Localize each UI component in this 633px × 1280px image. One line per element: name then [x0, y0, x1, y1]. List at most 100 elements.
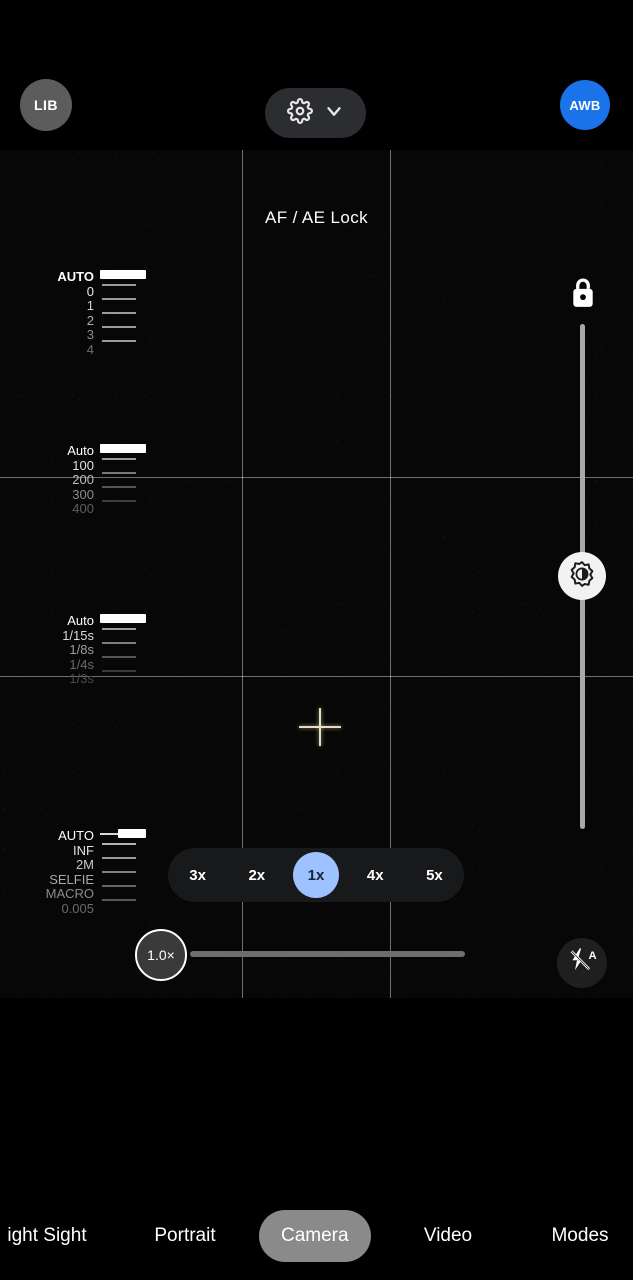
awb-label: AWB: [569, 97, 601, 113]
iso-tick[interactable]: [102, 486, 136, 488]
exposure-option-5[interactable]: 4: [87, 342, 94, 358]
settings-pill[interactable]: [265, 88, 366, 138]
exposure-option-0[interactable]: AUTO: [57, 269, 94, 285]
shutter-option-0[interactable]: Auto: [67, 613, 94, 629]
exposure-option-3[interactable]: 2: [87, 313, 94, 329]
shutter-tick[interactable]: [102, 670, 136, 672]
iso-tick[interactable]: [102, 472, 136, 474]
focus-tick[interactable]: [102, 871, 136, 873]
zoom-slider-value-label: 1.0×: [147, 947, 175, 963]
mode-tab-video[interactable]: Video: [398, 1210, 498, 1262]
library-label: LIB: [33, 97, 59, 113]
focus-tick[interactable]: [102, 899, 136, 901]
zoom-preset-4x-label: 4x: [366, 866, 384, 884]
shutter-option-1[interactable]: 1/15s: [62, 628, 94, 644]
shutter-speed-slider[interactable]: Auto 1/15s 1/8s 1/4s 1/3s: [18, 613, 148, 687]
capture-controls-bar: [0, 1040, 633, 1155]
shutter-labels: Auto 1/15s 1/8s 1/4s 1/3s: [18, 613, 100, 687]
mode-tab-night-sight[interactable]: ight Sight: [0, 1210, 102, 1262]
exposure-tick[interactable]: [102, 326, 136, 328]
shutter-option-2[interactable]: 1/8s: [69, 643, 94, 658]
exposure-ticks[interactable]: [100, 270, 148, 354]
iso-tick-selected[interactable]: [100, 444, 146, 453]
exposure-tick[interactable]: [102, 298, 136, 300]
af-ae-lock-label: AF / AE Lock: [264, 208, 369, 227]
zoom-preset-5x-label: 5x: [426, 866, 443, 884]
white-balance-button[interactable]: AWB: [560, 80, 610, 130]
focus-tick[interactable]: [102, 885, 136, 887]
zoom-slider[interactable]: 1.0×: [135, 929, 475, 981]
exposure-labels: AUTO 0 1 2 3 4: [18, 269, 100, 358]
top-bar: LIB AWB: [0, 0, 633, 138]
mode-tab-modes[interactable]: Modes: [530, 1210, 630, 1262]
iso-slider[interactable]: Auto 100 200 300 400: [18, 443, 148, 517]
zoom-preset-bar[interactable]: 3x 2x 1x 4x 5x: [168, 848, 464, 902]
focus-tick[interactable]: [102, 843, 136, 845]
focus-lead-line: [100, 833, 120, 835]
focus-option-2[interactable]: 2M: [76, 858, 94, 873]
focus-labels: AUTO INF 2M SELFIE MACRO 0.005: [18, 828, 100, 917]
zoom-preset-4x[interactable]: 4x: [346, 848, 405, 902]
gear-icon[interactable]: [286, 97, 313, 129]
flash-off-auto-icon: A: [567, 946, 597, 981]
iso-option-4[interactable]: 400: [72, 502, 94, 517]
iso-option-2[interactable]: 200: [72, 473, 94, 488]
mode-tab-portrait-label: Portrait: [154, 1225, 216, 1246]
iso-tick[interactable]: [102, 500, 136, 502]
iso-tick[interactable]: [102, 458, 136, 460]
exposure-tick[interactable]: [102, 284, 136, 286]
iso-option-3[interactable]: 300: [72, 487, 94, 503]
focus-tick[interactable]: [102, 857, 136, 859]
mode-tab-bar[interactable]: ight Sight Portrait Camera Video Modes: [0, 1210, 633, 1266]
focus-reticle-icon: [299, 706, 341, 748]
shutter-tick[interactable]: [102, 628, 136, 630]
focus-option-1[interactable]: INF: [73, 843, 94, 859]
shutter-option-4[interactable]: 1/3s: [69, 672, 94, 687]
shutter-tick[interactable]: [102, 656, 136, 658]
iso-option-0[interactable]: Auto: [67, 443, 94, 459]
shutter-tick-selected[interactable]: [100, 614, 146, 623]
focus-option-0[interactable]: AUTO: [58, 828, 94, 844]
zoom-preset-1x[interactable]: 1x: [286, 848, 345, 902]
flash-toggle-button[interactable]: A: [557, 938, 607, 988]
mode-tab-portrait[interactable]: Portrait: [130, 1210, 240, 1262]
mode-tab-camera-label: Camera: [281, 1225, 349, 1246]
exposure-option-1[interactable]: 0: [87, 284, 94, 300]
brightness-icon: [568, 560, 596, 593]
shutter-option-3[interactable]: 1/4s: [69, 657, 94, 673]
focus-option-4[interactable]: MACRO: [46, 887, 94, 902]
mode-tab-video-label: Video: [423, 1225, 473, 1246]
exposure-tick-selected[interactable]: [100, 270, 146, 279]
exposure-tick[interactable]: [102, 312, 136, 314]
shutter-tick[interactable]: [102, 642, 136, 644]
focus-knob[interactable]: [118, 829, 146, 838]
exposure-option-2[interactable]: 1: [87, 299, 94, 314]
brightness-slider-knob[interactable]: [558, 552, 606, 600]
focus-option-5[interactable]: 0.005: [61, 901, 94, 917]
lock-closed-icon[interactable]: [566, 275, 600, 311]
exposure-compensation-slider[interactable]: AUTO 0 1 2 3 4: [18, 269, 148, 358]
zoom-preset-2x[interactable]: 2x: [227, 848, 286, 902]
mode-tab-camera[interactable]: Camera: [259, 1210, 371, 1262]
focus-option-3[interactable]: SELFIE: [49, 872, 94, 888]
camera-app-screen: LIB AWB AF / AE Lock AUTO 0 1 2 3 4 Auto…: [0, 0, 633, 1280]
exposure-option-4[interactable]: 3: [87, 328, 94, 343]
af-ae-lock-indicator: AF / AE Lock: [0, 208, 633, 228]
exposure-tick[interactable]: [102, 340, 136, 342]
shutter-ticks[interactable]: [100, 614, 148, 684]
focus-ticks[interactable]: [100, 829, 148, 913]
iso-ticks[interactable]: [100, 444, 148, 514]
zoom-slider-track[interactable]: [190, 951, 465, 957]
iso-option-1[interactable]: 100: [72, 458, 94, 474]
focus-tick-selected[interactable]: [100, 829, 148, 838]
library-button[interactable]: LIB: [20, 79, 72, 131]
svg-text:A: A: [589, 949, 597, 961]
focus-distance-slider[interactable]: AUTO INF 2M SELFIE MACRO 0.005: [18, 828, 148, 917]
chevron-down-icon[interactable]: [323, 100, 345, 127]
zoom-preset-3x[interactable]: 3x: [168, 848, 227, 902]
mode-tab-modes-label: Modes: [551, 1225, 609, 1246]
zoom-slider-knob[interactable]: 1.0×: [135, 929, 187, 981]
zoom-preset-5x[interactable]: 5x: [405, 848, 464, 902]
mode-tab-night-sight-label: ight Sight: [7, 1225, 87, 1246]
zoom-preset-2x-label: 2x: [248, 866, 266, 884]
